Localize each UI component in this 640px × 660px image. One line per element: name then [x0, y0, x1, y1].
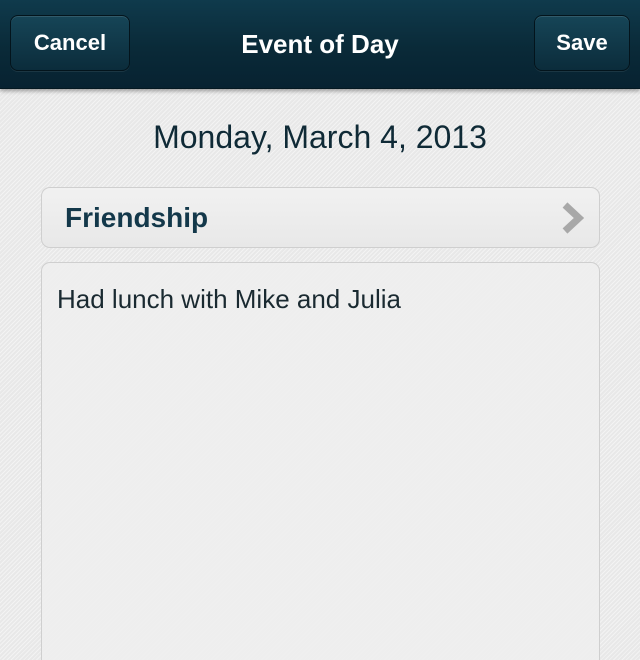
- save-button[interactable]: Save: [534, 15, 630, 71]
- event-note-text: Had lunch with Mike and Julia: [57, 284, 401, 314]
- cancel-button[interactable]: Cancel: [10, 15, 130, 71]
- chevron-right-icon: [557, 201, 587, 235]
- event-date: Monday, March 4, 2013: [153, 119, 487, 155]
- event-note-textarea[interactable]: Had lunch with Mike and Julia: [41, 262, 600, 660]
- category-selector[interactable]: Friendship: [41, 187, 600, 248]
- category-label: Friendship: [65, 202, 209, 233]
- navigation-bar: Cancel Event of Day Save: [0, 0, 640, 89]
- page-title: Event of Day: [241, 29, 399, 59]
